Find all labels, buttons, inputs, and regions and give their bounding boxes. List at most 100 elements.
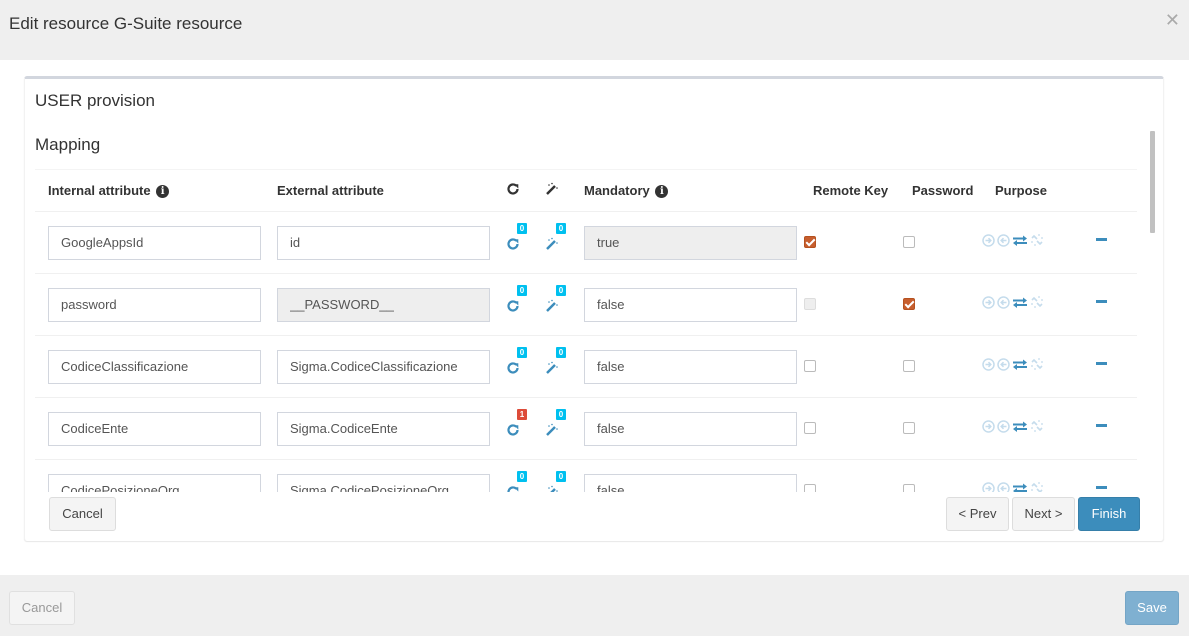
external-attribute-input[interactable] — [277, 411, 490, 446]
pull-icon[interactable] — [997, 482, 1010, 492]
info-icon[interactable]: i — [156, 185, 170, 198]
header-password: Password — [899, 169, 982, 212]
close-icon[interactable]: ✕ — [1165, 10, 1180, 30]
propagation-icon[interactable] — [982, 420, 995, 433]
unlink-icon[interactable] — [1030, 295, 1044, 309]
internal-attribute-input[interactable] — [48, 473, 261, 492]
cell-remote-key — [800, 459, 899, 492]
transformers-button[interactable]: 0 — [506, 471, 528, 492]
transformers-button[interactable]: 0 — [506, 285, 528, 313]
external-attribute-input[interactable] — [277, 287, 490, 322]
both-directions-icon[interactable] — [1012, 482, 1028, 492]
purpose-group — [982, 233, 1044, 247]
table-row: 1 0 — [35, 397, 1137, 460]
jexl-button[interactable]: 0 — [545, 471, 567, 492]
cell-purpose — [982, 335, 1075, 398]
refresh-icon — [507, 183, 519, 195]
password-checkbox[interactable] — [903, 360, 915, 373]
finish-button[interactable]: Finish — [1078, 497, 1140, 531]
jexl-button[interactable]: 0 — [545, 285, 567, 313]
prev-button[interactable]: < Prev — [946, 497, 1009, 531]
cell-purpose — [982, 459, 1075, 492]
next-button[interactable]: Next > — [1012, 497, 1075, 531]
pull-icon[interactable] — [997, 358, 1010, 371]
cell-internal — [35, 397, 264, 460]
cell-jexl: 0 — [532, 459, 571, 492]
password-checkbox[interactable] — [903, 422, 915, 435]
cell-external — [264, 459, 493, 492]
internal-attribute-input[interactable] — [48, 225, 261, 260]
cell-external — [264, 273, 493, 336]
save-button[interactable]: Save — [1125, 591, 1179, 625]
cell-jexl: 0 — [532, 211, 571, 274]
footer-cancel-button[interactable]: Cancel — [9, 591, 75, 625]
password-checkbox[interactable] — [903, 484, 915, 492]
unlink-icon[interactable] — [1030, 481, 1044, 492]
pull-icon[interactable] — [997, 420, 1010, 433]
jexl-button[interactable]: 0 — [545, 409, 567, 437]
mandatory-input[interactable] — [584, 473, 797, 492]
internal-attribute-input[interactable] — [48, 287, 261, 322]
remote-key-checkbox[interactable] — [804, 422, 816, 435]
mandatory-input[interactable] — [584, 225, 797, 260]
remote-key-checkbox[interactable] — [804, 298, 816, 311]
jexl-button[interactable]: 0 — [545, 347, 567, 375]
external-attribute-input[interactable] — [277, 473, 490, 492]
remove-mapping-button[interactable] — [1096, 299, 1107, 303]
remove-mapping-button[interactable] — [1096, 423, 1107, 427]
transformers-button[interactable]: 0 — [506, 347, 528, 375]
table-row: 0 0 — [35, 459, 1137, 492]
header-external-attribute: External attribute — [264, 169, 493, 212]
mandatory-input[interactable] — [584, 349, 797, 384]
external-attribute-input[interactable] — [277, 349, 490, 384]
mandatory-input[interactable] — [584, 287, 797, 322]
box-title: USER provision — [35, 91, 155, 110]
magic-wand-icon — [546, 237, 558, 250]
cell-password — [899, 335, 982, 398]
both-directions-icon[interactable] — [1012, 420, 1028, 433]
external-attribute-input[interactable] — [277, 225, 490, 260]
propagation-icon[interactable] — [982, 482, 995, 492]
pull-icon[interactable] — [997, 234, 1010, 247]
unlink-icon[interactable] — [1030, 419, 1044, 433]
unlink-icon[interactable] — [1030, 357, 1044, 371]
remove-mapping-button[interactable] — [1096, 485, 1107, 489]
both-directions-icon[interactable] — [1012, 234, 1028, 247]
propagation-icon[interactable] — [982, 358, 995, 371]
password-checkbox[interactable] — [903, 236, 915, 249]
both-directions-icon[interactable] — [1012, 358, 1028, 371]
internal-attribute-input[interactable] — [48, 349, 261, 384]
pull-icon[interactable] — [997, 296, 1010, 309]
info-icon[interactable]: i — [655, 185, 669, 198]
magic-wand-icon — [546, 361, 558, 374]
internal-attribute-input[interactable] — [48, 411, 261, 446]
unlink-icon[interactable] — [1030, 233, 1044, 247]
password-checkbox[interactable] — [903, 298, 915, 311]
mandatory-input[interactable] — [584, 411, 797, 446]
modal-title: Edit resource G-Suite resource — [9, 14, 243, 33]
cell-external — [264, 397, 493, 460]
header-internal-attribute: Internal attribute i — [35, 169, 264, 212]
remote-key-checkbox[interactable] — [804, 360, 816, 373]
jexl-button[interactable]: 0 — [545, 223, 567, 251]
remote-key-checkbox[interactable] — [804, 236, 816, 249]
remove-mapping-button[interactable] — [1096, 361, 1107, 365]
propagation-icon[interactable] — [982, 296, 995, 309]
cell-purpose — [982, 397, 1075, 460]
wizard-cancel-button[interactable]: Cancel — [49, 497, 116, 531]
cell-external — [264, 211, 493, 274]
remote-key-checkbox[interactable] — [804, 484, 816, 492]
remove-mapping-button[interactable] — [1096, 237, 1107, 241]
jexl-count-badge: 0 — [556, 471, 566, 482]
scrollbar[interactable] — [1150, 131, 1155, 233]
both-directions-icon[interactable] — [1012, 296, 1028, 309]
cell-mandatory — [571, 459, 800, 492]
propagation-icon[interactable] — [982, 234, 995, 247]
cell-jexl: 0 — [532, 335, 571, 398]
transformers-count-badge: 0 — [517, 347, 527, 358]
header-jexl — [532, 169, 571, 212]
transformers-button[interactable]: 0 — [506, 223, 528, 251]
jexl-count-badge: 0 — [556, 409, 566, 420]
transformers-button[interactable]: 1 — [506, 409, 528, 437]
cell-password — [899, 273, 982, 336]
